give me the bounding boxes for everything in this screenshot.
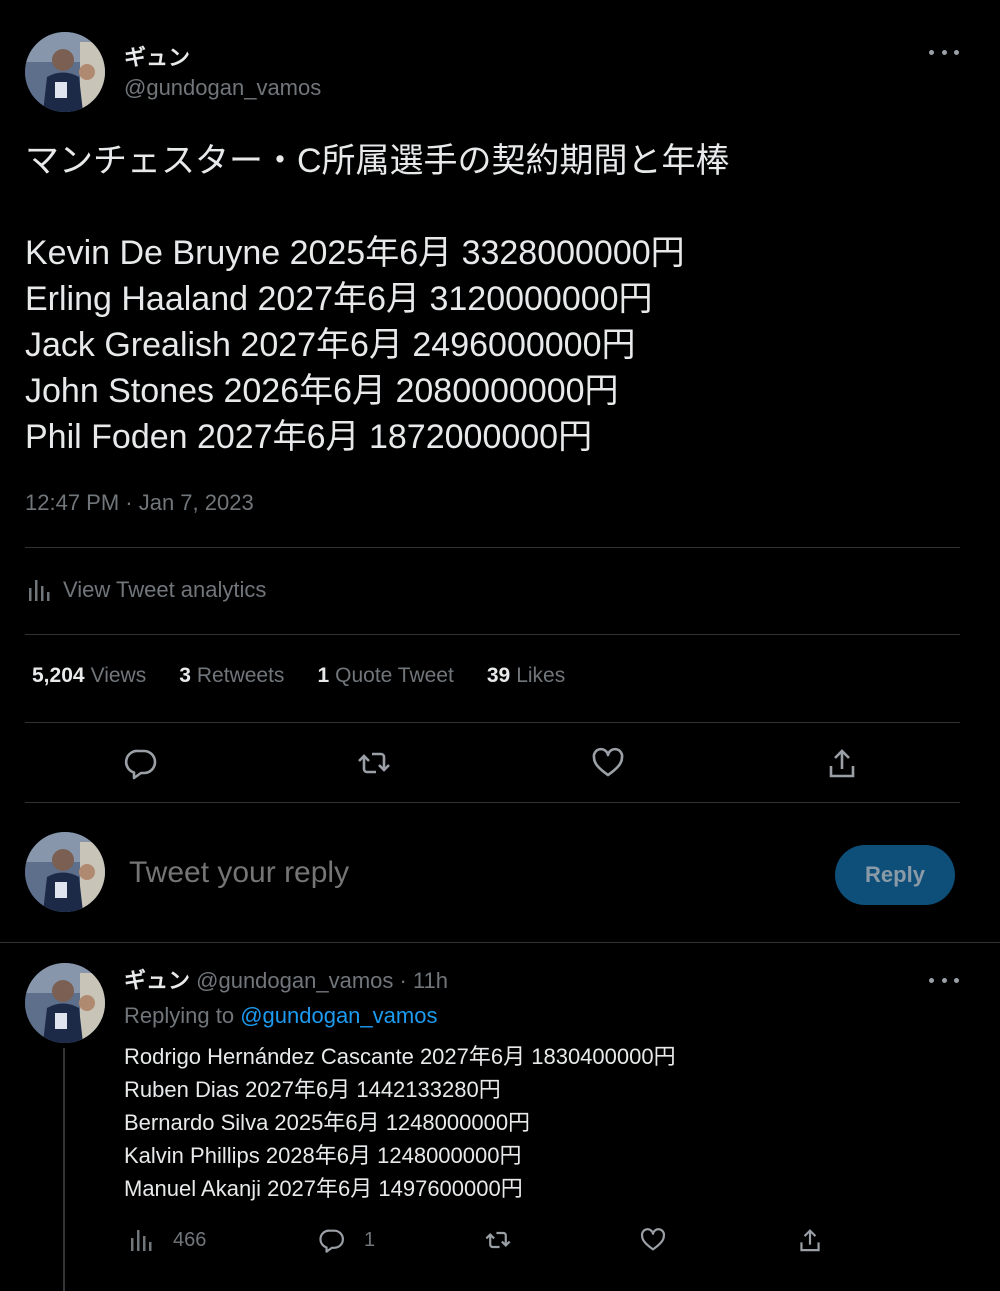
- reply-icon: [319, 1229, 344, 1253]
- tweet-timestamp[interactable]: 12:47 PM · Jan 7, 2023: [25, 490, 254, 516]
- reply-share-action[interactable]: [796, 1226, 824, 1254]
- likes-stat[interactable]: 39 Likes: [487, 664, 565, 688]
- views-stat[interactable]: 5,204 Views: [32, 664, 146, 688]
- reply-line: Kalvin Phillips 2028年6月 1248000000円: [124, 1143, 522, 1168]
- replying-to: Replying to @gundogan_vamos: [124, 1003, 437, 1029]
- reply-line: Ruben Dias 2027年6月 1442133280円: [124, 1077, 501, 1102]
- divider: [0, 942, 1000, 943]
- bar-chart-icon: [29, 580, 50, 601]
- thread-line: [63, 1048, 65, 1291]
- likes-count: 39: [486, 664, 511, 687]
- reply-more-options-icon[interactable]: [929, 970, 959, 990]
- reply-like-action[interactable]: [639, 1226, 667, 1254]
- tweet-stats: 5,204 Views 3 Retweets 1 Quote Tweet 39 Like…: [32, 664, 598, 688]
- heart-icon: [641, 1228, 665, 1251]
- tweet-line: Kevin De Bruyne 2025年6月 3328000000円: [25, 234, 685, 272]
- divider: [25, 634, 960, 635]
- reply-icon[interactable]: [123, 745, 159, 781]
- quotes-stat[interactable]: 1 Quote Tweet: [317, 664, 453, 688]
- reply-reply-action[interactable]: 1: [318, 1226, 375, 1254]
- author-avatar[interactable]: [25, 32, 105, 112]
- my-avatar[interactable]: [25, 832, 105, 912]
- reply-display-name[interactable]: ギュン: [124, 968, 190, 993]
- tweet-line: Jack Grealish 2027年6月 2496000000円: [25, 326, 636, 364]
- retweets-stat[interactable]: 3 Retweets: [179, 664, 284, 688]
- likes-label: Likes: [516, 664, 566, 687]
- share-icon[interactable]: [824, 745, 860, 781]
- author-handle[interactable]: @gundogan_vamos: [124, 75, 321, 101]
- retweet-icon[interactable]: [356, 745, 392, 781]
- reply-input[interactable]: [127, 855, 811, 891]
- retweets-label: Retweets: [196, 664, 285, 687]
- tweet-line: Phil Foden 2027年6月 1872000000円: [25, 418, 593, 456]
- divider: [25, 547, 960, 548]
- reply-line: Manuel Akanji 2027年6月 1497600000円: [124, 1176, 523, 1201]
- reply-views-count: 466: [173, 1228, 207, 1251]
- tweet-body: マンチェスター・C所属選手の契約期間と年棒 Kevin De Bruyne 20…: [25, 138, 965, 460]
- reply-replies-count: 1: [364, 1228, 376, 1251]
- reply-views-action[interactable]: 466: [127, 1226, 206, 1254]
- view-analytics-link[interactable]: View Tweet analytics: [25, 576, 266, 604]
- like-icon[interactable]: [590, 745, 626, 781]
- more-options-icon[interactable]: [929, 42, 959, 62]
- tweet-line: Erling Haaland 2027年6月 3120000000円: [25, 280, 653, 318]
- quotes-label: Quote Tweet: [335, 664, 454, 687]
- tweet-line: John Stones 2026年6月 2080000000円: [25, 372, 619, 410]
- replying-handle-link[interactable]: @gundogan_vamos: [240, 1003, 437, 1028]
- reply-retweet-action[interactable]: [484, 1226, 512, 1254]
- reply-time[interactable]: · 11h: [400, 968, 449, 993]
- bar-chart-icon: [131, 1230, 152, 1251]
- quotes-count: 1: [317, 664, 330, 687]
- divider: [25, 722, 960, 723]
- views-label: Views: [90, 664, 147, 687]
- replying-prefix: Replying to: [124, 1003, 235, 1028]
- reply-button[interactable]: Reply: [835, 845, 955, 905]
- author-display-name[interactable]: ギュン: [124, 40, 190, 72]
- retweet-icon: [485, 1231, 511, 1249]
- reply-handle[interactable]: @gundogan_vamos: [196, 968, 393, 993]
- reply-body: Rodrigo Hernández Cascante 2027年6月 18304…: [124, 1040, 676, 1205]
- divider: [25, 802, 960, 803]
- tweet-actions: [0, 743, 1000, 783]
- tweet-title: マンチェスター・C所属選手の契約期間と年棒: [25, 142, 730, 180]
- analytics-label: View Tweet analytics: [63, 577, 267, 602]
- reply-header: ギュン @gundogan_vamos · 11h: [124, 963, 448, 995]
- share-icon: [800, 1229, 820, 1252]
- reply-author-avatar[interactable]: [25, 963, 105, 1043]
- views-count: 5,204: [32, 664, 85, 687]
- reply-line: Rodrigo Hernández Cascante 2027年6月 18304…: [124, 1044, 676, 1069]
- retweets-count: 3: [179, 664, 191, 687]
- reply-line: Bernardo Silva 2025年6月 1248000000円: [124, 1110, 531, 1135]
